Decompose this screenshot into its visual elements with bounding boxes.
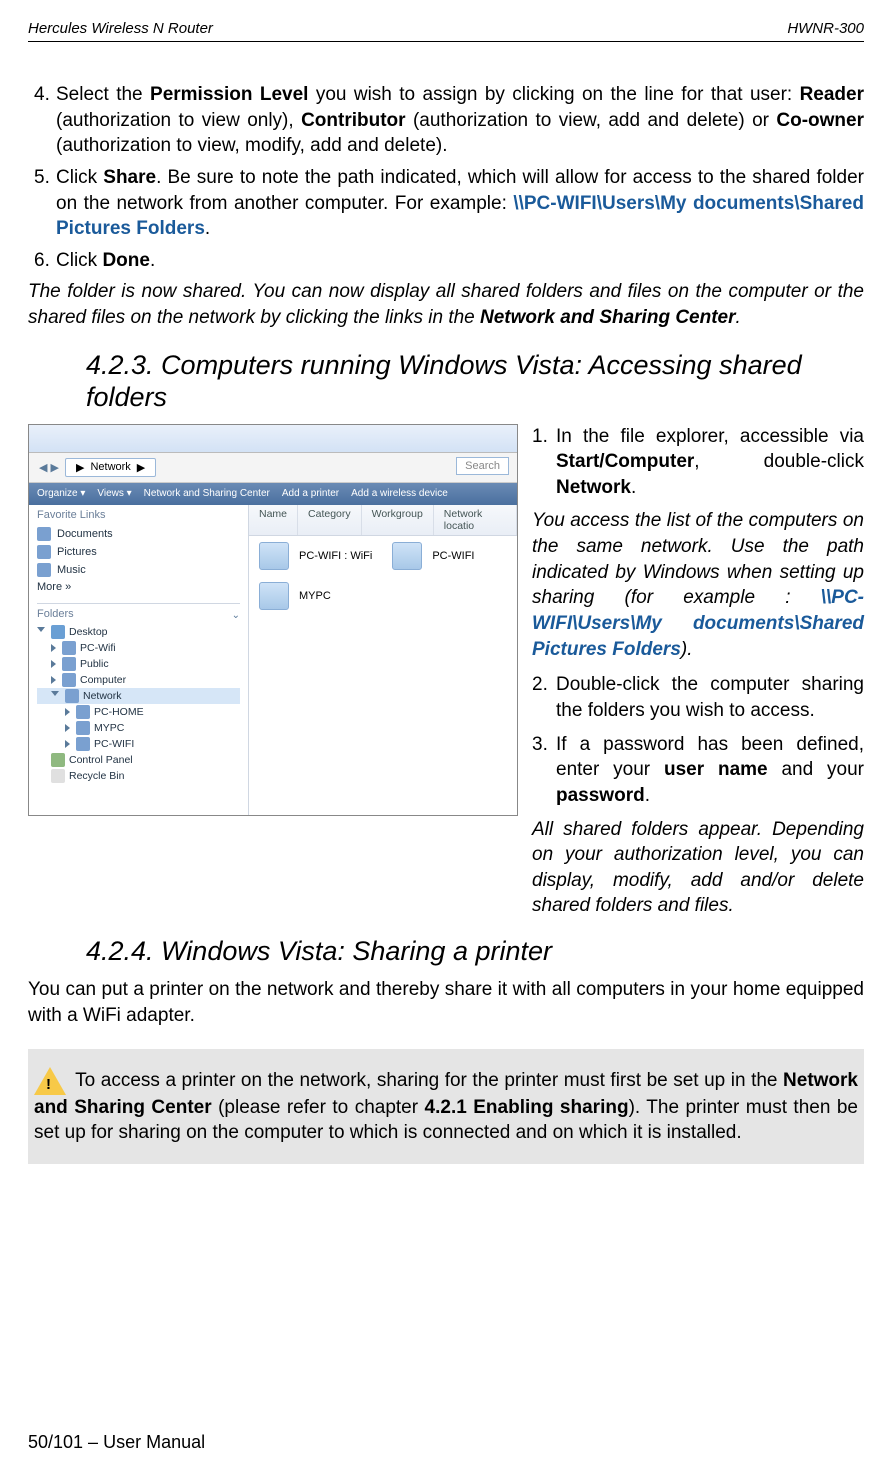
ss-address-bar: ◀ ▶ ▶Network▶ (29, 453, 517, 483)
list-body: Click Done. (56, 248, 864, 274)
list-num: 5. (28, 165, 56, 242)
pc-icon (392, 542, 422, 570)
computer-icon (62, 673, 76, 687)
warning-icon (34, 1067, 66, 1095)
folder-icon (37, 545, 51, 559)
desktop-icon (51, 625, 65, 639)
header-right: HWNR-300 (787, 20, 864, 37)
ss-tree-item: Desktop (37, 624, 240, 640)
ss-network-item: PC-WIFI : WiFi (249, 536, 382, 576)
printer-paragraph: You can put a printer on the network and… (28, 977, 864, 1028)
ss-tree-item: Control Panel (37, 752, 240, 768)
network-icon (65, 689, 79, 703)
ss-breadcrumb: ▶Network▶ (65, 458, 156, 477)
ss-tree-item: PC-HOME (37, 704, 240, 720)
ss-main-area: Name Category Workgroup Network locatio … (249, 505, 517, 815)
ss-fav-item: Documents (37, 525, 240, 543)
ss-fav-item: Music (37, 561, 240, 579)
ss-search-field: Search (456, 457, 509, 475)
ss-fav-item: More » (37, 579, 240, 595)
list-body: Click Share. Be sure to note the path in… (56, 165, 864, 242)
pc-icon (76, 705, 90, 719)
folder-icon (37, 563, 51, 577)
control-panel-icon (51, 753, 65, 767)
ss-tree-item: Computer (37, 672, 240, 688)
pc-icon (259, 582, 289, 610)
ss-titlebar (29, 425, 517, 453)
list-body: Select the Permission Level you wish to … (56, 82, 864, 159)
note-shared-folder: The folder is now shared. You can now di… (28, 279, 864, 330)
ss-tree-item: PC-Wifi (37, 640, 240, 656)
right-column: 1. In the file explorer, accessible via … (532, 424, 864, 930)
folder-icon (62, 641, 76, 655)
header-divider (28, 41, 864, 42)
list-item-6: 6. Click Done. (28, 248, 864, 274)
pc-icon (76, 721, 90, 735)
pc-icon (76, 737, 90, 751)
folder-icon (37, 527, 51, 541)
page-footer: 50/101 – User Manual (28, 1432, 205, 1453)
step-1: 1. In the file explorer, accessible via … (532, 424, 864, 501)
ss-fav-header: Favorite Links (37, 509, 240, 521)
ss-sidebar: Favorite Links Documents Pictures Music … (29, 505, 249, 815)
folder-icon (62, 657, 76, 671)
step-3: 3. If a password has been defined, enter… (532, 732, 864, 809)
ss-tree-item: Recycle Bin (37, 768, 240, 784)
ss-tree-item: Public (37, 656, 240, 672)
page-header: Hercules Wireless N Router HWNR-300 (28, 20, 864, 37)
access-note: You access the list of the computers on … (532, 508, 864, 662)
explorer-screenshot: ◀ ▶ ▶Network▶ Search Organize ▾ Views ▾ … (28, 424, 518, 816)
recycle-bin-icon (51, 769, 65, 783)
list-num: 4. (28, 82, 56, 159)
ss-column-headers: Name Category Workgroup Network locatio (249, 505, 517, 536)
header-left: Hercules Wireless N Router (28, 20, 213, 37)
ss-network-item: MYPC (249, 576, 517, 616)
section-heading-424: 4.2.4. Windows Vista: Sharing a printer (28, 935, 864, 967)
ss-tree-item: Network (37, 688, 240, 704)
section-heading-423: 4.2.3. Computers running Windows Vista: … (28, 349, 864, 414)
list-num: 6. (28, 248, 56, 274)
list-item-5: 5. Click Share. Be sure to note the path… (28, 165, 864, 242)
shared-folders-note: All shared folders appear. Depending on … (532, 817, 864, 920)
list-item-4: 4. Select the Permission Level you wish … (28, 82, 864, 159)
warning-box: To access a printer on the network, shar… (28, 1049, 864, 1164)
ss-tree-item: PC-WIFI (37, 736, 240, 752)
ss-network-item: PC-WIFI (382, 536, 484, 576)
step-2: 2. Double-click the computer sharing the… (532, 672, 864, 723)
pc-icon (259, 542, 289, 570)
ss-fav-item: Pictures (37, 543, 240, 561)
ss-toolbar: Organize ▾ Views ▾ Network and Sharing C… (29, 483, 517, 505)
ss-folders-header: Folders (37, 608, 74, 620)
ss-tree-item: MYPC (37, 720, 240, 736)
